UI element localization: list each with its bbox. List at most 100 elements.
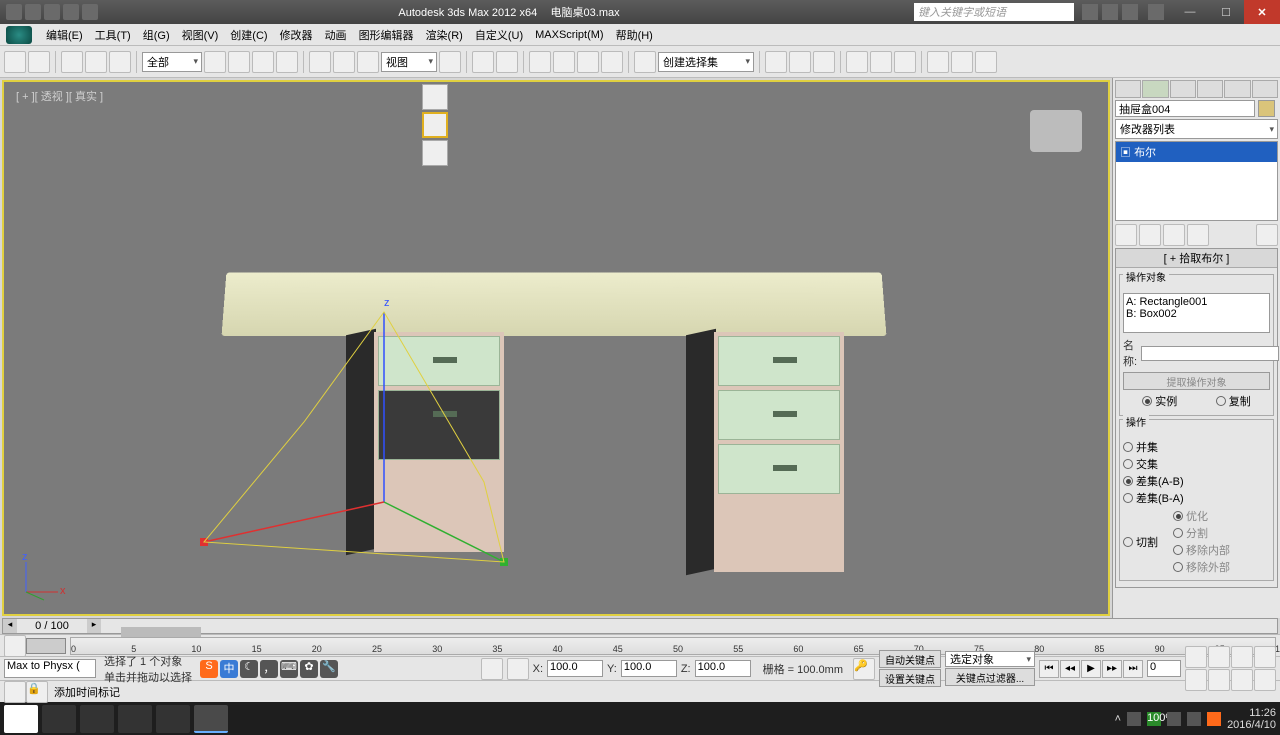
ime-gear-icon[interactable]: ✿	[300, 660, 318, 678]
nav-zoom-icon[interactable]	[1208, 646, 1230, 668]
render-setup-icon[interactable]	[927, 51, 949, 73]
qat-undo-icon[interactable]	[63, 4, 79, 20]
select-object-icon[interactable]	[204, 51, 226, 73]
exchange-icon[interactable]	[1102, 4, 1118, 20]
ime-moon-icon[interactable]: ☾	[240, 660, 258, 678]
ime-keyboard-icon[interactable]: ⌨	[280, 660, 298, 678]
move-icon[interactable]	[309, 51, 331, 73]
qat-redo-icon[interactable]	[82, 4, 98, 20]
menu-animation[interactable]: 动画	[319, 25, 353, 45]
unlink-icon[interactable]	[85, 51, 107, 73]
edit-named-selection-icon[interactable]	[634, 51, 656, 73]
menu-maxscript[interactable]: MAXScript(M)	[529, 27, 609, 43]
redo-icon[interactable]	[28, 51, 50, 73]
add-time-tag[interactable]: 添加时间标记	[54, 684, 120, 700]
radio-copy[interactable]	[1216, 396, 1226, 406]
ime-comma-icon[interactable]: ，	[260, 660, 278, 678]
selection-lock-icon[interactable]	[481, 658, 503, 680]
radio-instance[interactable]	[1142, 396, 1152, 406]
menu-create[interactable]: 创建(C)	[224, 25, 273, 45]
viewcube[interactable]	[1030, 110, 1082, 152]
nav-pan2-icon[interactable]	[1208, 669, 1230, 691]
modifier-item-boolean[interactable]: ▣ 布尔	[1116, 142, 1277, 162]
manipulate-icon[interactable]	[472, 51, 494, 73]
snap-option-2[interactable]	[422, 112, 448, 138]
radio-subtract-ab[interactable]	[1123, 476, 1133, 486]
select-region-icon[interactable]	[252, 51, 274, 73]
percent-snap-icon[interactable]	[577, 51, 599, 73]
nav-zoomext-icon[interactable]	[1185, 669, 1207, 691]
rotate-icon[interactable]	[333, 51, 355, 73]
goto-start-icon[interactable]: ⏮	[1039, 660, 1059, 678]
next-frame-icon[interactable]: ▸▸	[1102, 660, 1122, 678]
make-unique-icon[interactable]	[1163, 224, 1185, 246]
pin-stack-icon[interactable]	[1115, 224, 1137, 246]
rollout-header[interactable]: [ + 拾取布尔 ]	[1116, 249, 1277, 268]
lock-icon[interactable]: 🔒	[26, 681, 48, 703]
scale-icon[interactable]	[357, 51, 379, 73]
pivot-center-icon[interactable]	[439, 51, 461, 73]
tab-create[interactable]	[1115, 80, 1141, 98]
spinner-snap-icon[interactable]	[601, 51, 623, 73]
viewport-label[interactable]: [ + ][ 透视 ][ 真实 ]	[16, 88, 103, 104]
favorite-icon[interactable]	[1122, 4, 1138, 20]
minimize-button[interactable]: —	[1172, 0, 1208, 24]
configure-sets-icon[interactable]	[1256, 224, 1278, 246]
tab-motion[interactable]	[1197, 80, 1223, 98]
qat-open-icon[interactable]	[25, 4, 41, 20]
ime-wrench-icon[interactable]: 🔧	[320, 660, 338, 678]
keyboard-shortcut-icon[interactable]	[496, 51, 518, 73]
autokey-button[interactable]: 自动关键点	[879, 650, 941, 668]
rendered-frame-icon[interactable]	[951, 51, 973, 73]
render-icon[interactable]	[975, 51, 997, 73]
list-item[interactable]: A: Rectangle001	[1126, 296, 1267, 308]
curve-editor-icon[interactable]	[846, 51, 868, 73]
perspective-viewport[interactable]: [ + ][ 透视 ][ 真实 ]	[2, 80, 1110, 616]
snap-toggle-icon[interactable]	[529, 51, 551, 73]
angle-snap-icon[interactable]	[553, 51, 575, 73]
link-icon[interactable]	[61, 51, 83, 73]
navpan-icon[interactable]	[1185, 646, 1207, 668]
maxscript-listener[interactable]: Max to Physx (	[4, 659, 96, 678]
scroll-left-icon[interactable]: ◂	[3, 619, 17, 633]
close-button[interactable]: ✕	[1244, 0, 1280, 24]
snap-option-3[interactable]	[422, 140, 448, 166]
radio-intersection[interactable]	[1123, 459, 1133, 469]
modifier-list-dropdown[interactable]: 修改器列表	[1115, 119, 1278, 139]
mirror-icon[interactable]	[765, 51, 787, 73]
modifier-stack[interactable]: ▣ 布尔	[1115, 141, 1278, 221]
goto-end-icon[interactable]: ⏭	[1123, 660, 1143, 678]
help-icon[interactable]	[1148, 4, 1164, 20]
play-icon[interactable]: ▶	[1081, 660, 1101, 678]
align-icon[interactable]	[789, 51, 811, 73]
ime-s-icon[interactable]: S	[200, 660, 218, 678]
tab-display[interactable]	[1224, 80, 1250, 98]
nav-fov-icon[interactable]	[1231, 646, 1253, 668]
menu-modifiers[interactable]: 修改器	[274, 25, 319, 45]
menu-grapheditors[interactable]: 图形编辑器	[353, 25, 420, 45]
radio-cut[interactable]	[1123, 537, 1133, 547]
time-slider[interactable]	[26, 638, 66, 654]
setkey-button[interactable]: 设置关键点	[879, 669, 941, 687]
reference-coord-dropdown[interactable]: 视图	[381, 52, 437, 72]
material-editor-icon[interactable]	[894, 51, 916, 73]
time-config-icon[interactable]	[4, 635, 26, 657]
scroll-right-icon[interactable]: ▸	[87, 619, 101, 633]
qat-new-icon[interactable]	[6, 4, 22, 20]
menu-help[interactable]: 帮助(H)	[610, 25, 659, 45]
maximize-button[interactable]: ☐	[1208, 0, 1244, 24]
viewport-hscroll[interactable]: ◂ 0 / 100 ▸	[2, 618, 1278, 634]
infocenter-search[interactable]: 键入关键字或短语	[914, 3, 1074, 21]
nav-max-icon[interactable]	[1254, 669, 1276, 691]
menu-edit[interactable]: 编辑(E)	[40, 25, 89, 45]
select-by-name-icon[interactable]	[228, 51, 250, 73]
menu-tools[interactable]: 工具(T)	[89, 25, 137, 45]
tab-modify[interactable]	[1142, 80, 1168, 98]
coord-z-field[interactable]: 100.0	[695, 660, 751, 677]
nav-zoomall-icon[interactable]	[1254, 646, 1276, 668]
menu-rendering[interactable]: 渲染(R)	[420, 25, 469, 45]
current-frame-field[interactable]: 0	[1147, 660, 1181, 677]
list-item[interactable]: B: Box002	[1126, 308, 1267, 320]
undo-icon[interactable]	[4, 51, 26, 73]
remove-modifier-icon[interactable]	[1187, 224, 1209, 246]
